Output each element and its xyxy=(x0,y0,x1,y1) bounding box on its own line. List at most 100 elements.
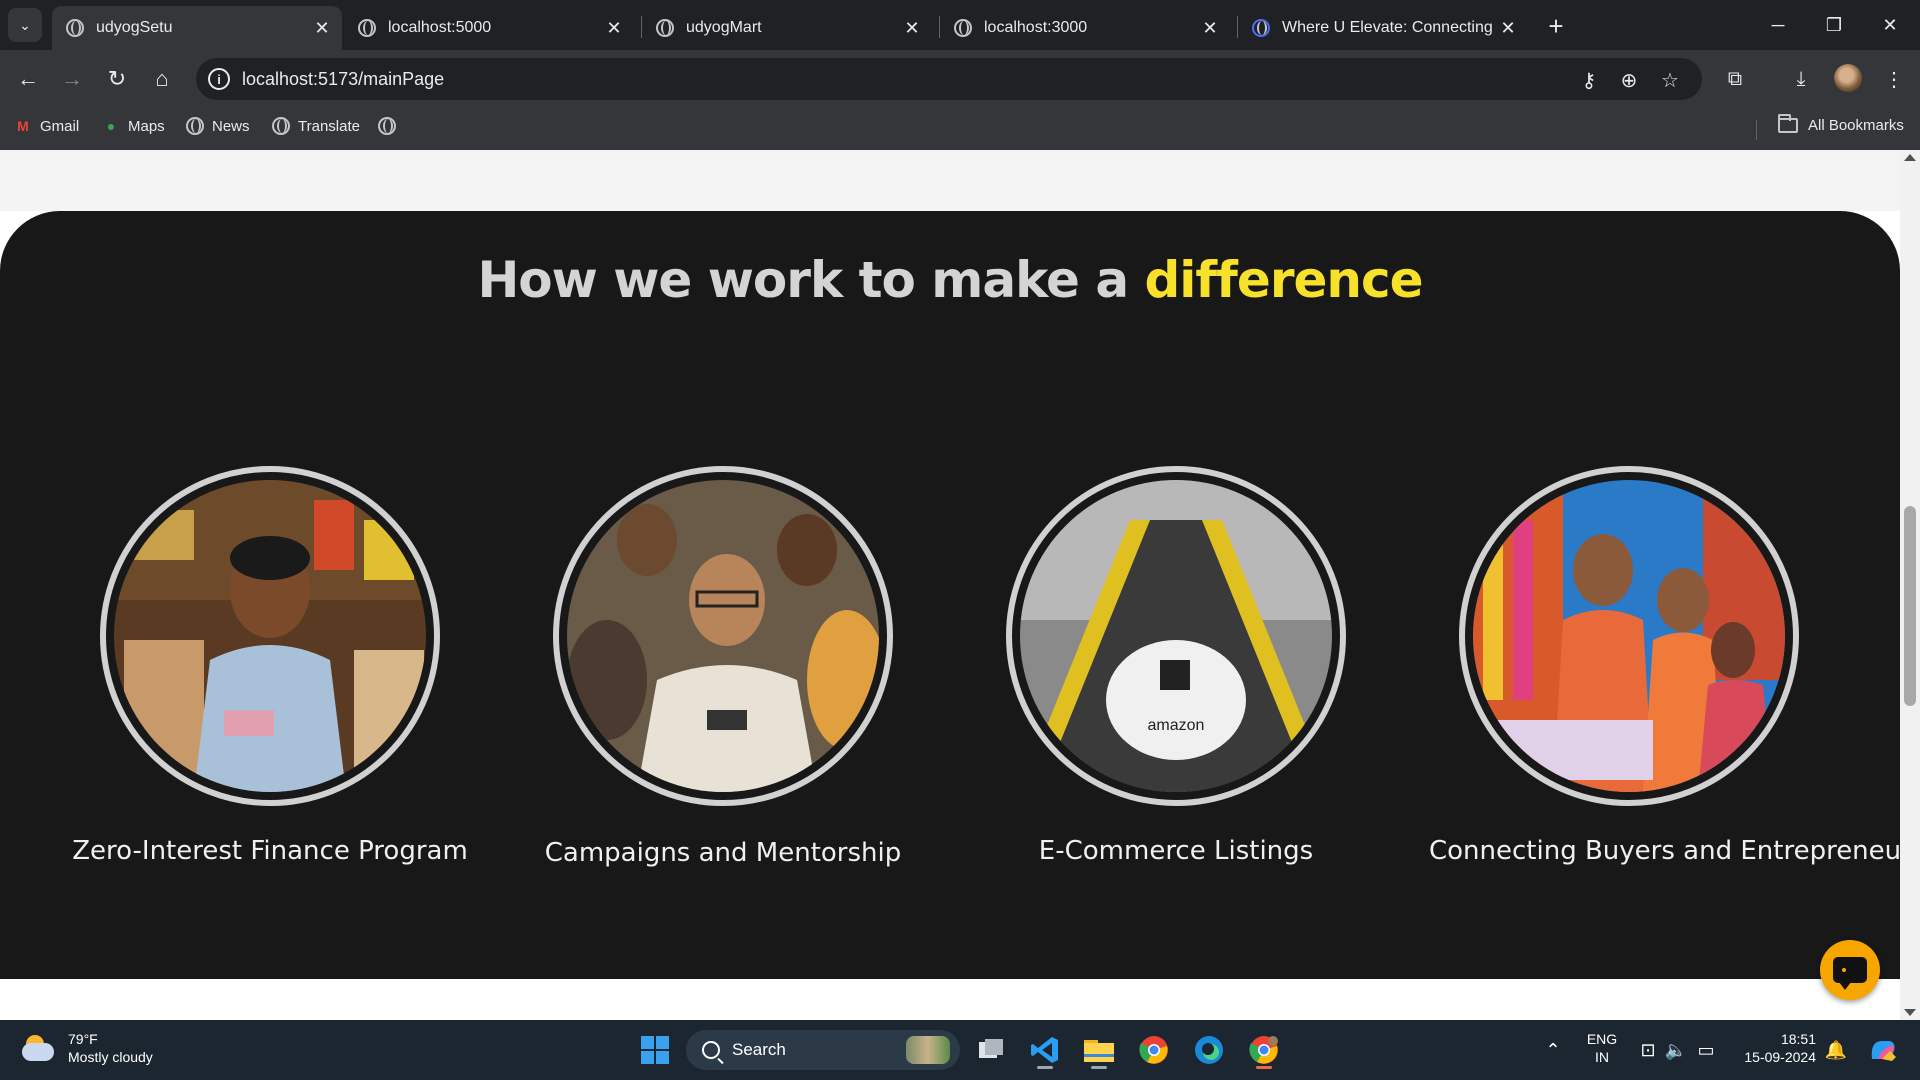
bookmark-label: News xyxy=(212,117,250,135)
browser-toolbar: ← → ↻ ⌂ i localhost:5173/mainPage ⚷ ⊕ ☆ … xyxy=(0,50,1920,108)
language-indicator[interactable]: ENG IN xyxy=(1582,1030,1622,1066)
profile-avatar[interactable] xyxy=(1834,64,1862,92)
globe-icon xyxy=(186,117,204,135)
card-finance[interactable]: Zero-Interest Finance Program xyxy=(70,466,470,866)
title-main: How we work to make a xyxy=(477,251,1145,309)
file-explorer-app[interactable] xyxy=(1078,1029,1120,1071)
globe-icon xyxy=(272,117,290,135)
chat-bot-button[interactable] xyxy=(1820,940,1880,1000)
close-icon[interactable]: ✕ xyxy=(604,18,624,38)
url-text[interactable]: localhost:5173/mainPage xyxy=(242,69,444,90)
title-highlight: difference xyxy=(1144,251,1423,309)
card-image-ring xyxy=(553,466,893,806)
taskbar-search[interactable]: Search xyxy=(686,1030,960,1070)
chrome-app[interactable] xyxy=(1133,1029,1175,1071)
zoom-icon[interactable]: ⊕ xyxy=(1616,67,1642,93)
svg-text:amazon: amazon xyxy=(1148,717,1205,734)
close-icon[interactable]: ✕ xyxy=(902,18,922,38)
globe-icon xyxy=(656,19,674,37)
notification-bell-icon[interactable]: 🔔 xyxy=(1824,1038,1848,1062)
start-button[interactable] xyxy=(634,1029,676,1071)
vscode-app[interactable] xyxy=(1024,1029,1066,1071)
bookmark-label: Maps xyxy=(128,117,165,135)
edge-app[interactable] xyxy=(1188,1029,1230,1071)
key-icon[interactable]: ⚷ xyxy=(1576,67,1602,93)
reload-icon[interactable]: ↻ xyxy=(101,63,133,95)
globe-icon xyxy=(66,19,84,37)
page-scrollbar[interactable] xyxy=(1900,150,1920,1020)
active-indicator xyxy=(1256,1066,1272,1069)
globe-icon xyxy=(954,19,972,37)
search-label: Search xyxy=(732,1040,786,1059)
bookmark-news[interactable]: News xyxy=(186,117,250,135)
tab-title: udyogSetu xyxy=(96,19,173,36)
chrome-icon xyxy=(1139,1036,1168,1064)
bookmark-maps[interactable]: ● Maps xyxy=(102,117,165,135)
download-icon[interactable]: ⤓ xyxy=(1785,63,1817,95)
tab-strip: ⌄ udyogSetu ✕ localhost:5000 ✕ udyogMart… xyxy=(0,0,1920,50)
section-title: How we work to make a difference xyxy=(0,251,1900,309)
previous-section-bg xyxy=(0,150,1900,211)
card-label: E-Commerce Listings xyxy=(1038,836,1314,866)
tab-title: udyogMart xyxy=(686,19,762,36)
close-icon[interactable]: ✕ xyxy=(312,18,332,38)
address-bar[interactable]: i localhost:5173/mainPage ⚷ ⊕ ☆ xyxy=(196,58,1702,100)
edge-icon xyxy=(1195,1036,1223,1064)
card-image-ring xyxy=(100,466,440,806)
tab-title: localhost:5000 xyxy=(388,19,492,36)
network-icon[interactable]: ⊡ xyxy=(1636,1038,1660,1062)
folder-icon xyxy=(1778,114,1798,133)
tab-localhost-3000[interactable]: localhost:3000 ✕ xyxy=(940,6,1230,50)
bookmark-untitled[interactable] xyxy=(378,117,404,135)
bookmarks-bar: M Gmail ● Maps News Translate All Bookma… xyxy=(0,108,1920,150)
chevron-down-icon: ⌄ xyxy=(19,16,31,33)
battery-icon[interactable]: ▭ xyxy=(1694,1038,1718,1062)
shop-family-photo xyxy=(1473,480,1785,792)
forward-arrow-icon[interactable]: → xyxy=(56,63,88,95)
task-view-button[interactable] xyxy=(970,1029,1012,1071)
new-tab-plus-icon[interactable]: + xyxy=(1542,11,1570,41)
card-mentorship[interactable]: Campaigns and Mentorship xyxy=(523,466,923,868)
show-hidden-icons-chevron[interactable]: ⌃ xyxy=(1541,1038,1565,1062)
tab-where-u-elevate[interactable]: Where U Elevate: Connecting n ✕ xyxy=(1238,6,1528,50)
partly-cloudy-icon xyxy=(20,1033,56,1063)
restore-icon[interactable]: ❐ xyxy=(1814,8,1854,42)
clock[interactable]: 18:51 15-09-2024 xyxy=(1730,1030,1816,1066)
weather-widget[interactable]: 79°F Mostly cloudy xyxy=(20,1030,153,1066)
card-image-ring xyxy=(1459,466,1799,806)
weather-temp: 79°F xyxy=(68,1031,98,1047)
site-info-icon[interactable]: i xyxy=(208,68,230,90)
maps-pin-icon: ● xyxy=(106,118,116,134)
tab-udyogmart[interactable]: udyogMart ✕ xyxy=(642,6,932,50)
globe-icon xyxy=(378,117,396,135)
mentorship-photo xyxy=(567,480,879,792)
minimize-icon[interactable]: ─ xyxy=(1758,8,1798,42)
chrome-profile-app[interactable] xyxy=(1243,1029,1285,1071)
close-icon[interactable]: ✕ xyxy=(1200,18,1220,38)
bookmark-translate[interactable]: Translate xyxy=(272,117,360,135)
menu-kebab-icon[interactable]: ⋮ xyxy=(1878,63,1910,95)
tab-localhost-5000[interactable]: localhost:5000 ✕ xyxy=(344,6,634,50)
copilot-icon[interactable] xyxy=(1866,1038,1900,1062)
card-ecommerce[interactable]: amazon E-Commerce Listings xyxy=(976,466,1376,866)
how-we-work-section: How we work to make a difference Zero-In… xyxy=(0,211,1920,979)
bookmark-label: Translate xyxy=(298,117,360,135)
close-window-icon[interactable]: ✕ xyxy=(1870,8,1910,42)
extensions-icon[interactable]: ⧉ xyxy=(1719,63,1751,95)
lang-top: ENG xyxy=(1586,1031,1618,1047)
site-logo-icon xyxy=(1252,19,1270,37)
card-connecting[interactable]: Connecting Buyers and Entrepreneurs xyxy=(1429,466,1920,866)
clock-time: 18:51 xyxy=(1780,1031,1816,1047)
scroll-up-arrow[interactable] xyxy=(1904,154,1916,161)
all-bookmarks-button[interactable]: All Bookmarks xyxy=(1778,114,1904,134)
tab-search-button[interactable]: ⌄ xyxy=(8,8,42,42)
home-icon[interactable]: ⌂ xyxy=(146,63,178,95)
close-icon[interactable]: ✕ xyxy=(1498,18,1518,38)
scroll-thumb[interactable] xyxy=(1904,506,1916,706)
back-arrow-icon[interactable]: ← xyxy=(12,63,44,95)
bookmark-gmail[interactable]: M Gmail xyxy=(14,117,79,135)
star-icon[interactable]: ☆ xyxy=(1657,67,1683,93)
tab-udyogsetu[interactable]: udyogSetu ✕ xyxy=(52,6,342,50)
scroll-down-arrow[interactable] xyxy=(1904,1009,1916,1016)
volume-icon[interactable]: 🔈 xyxy=(1664,1038,1688,1062)
